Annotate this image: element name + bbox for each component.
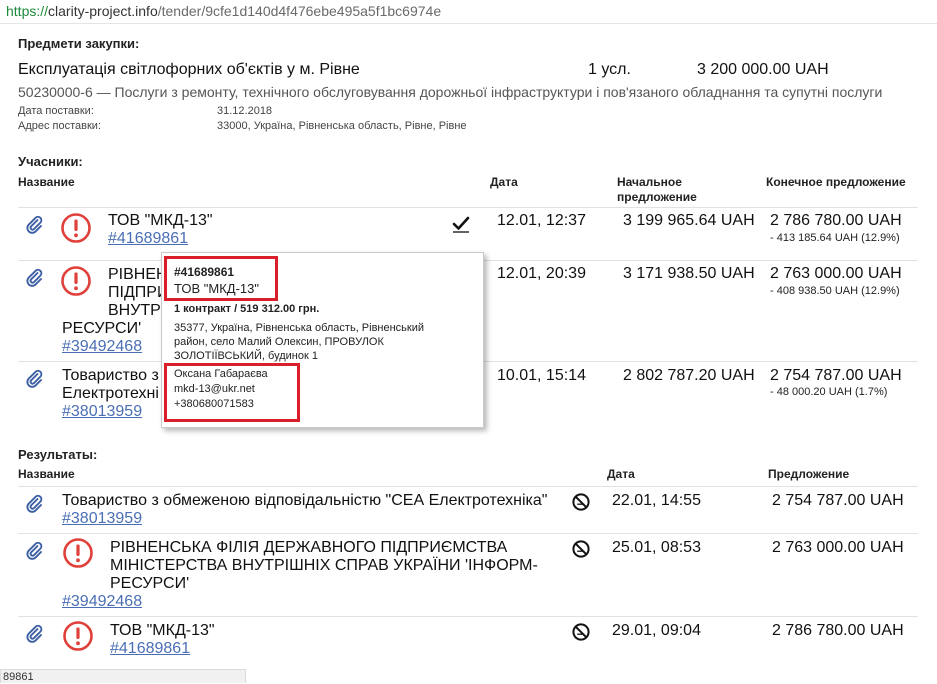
participant-diff: - 413 185.64 UAH (12.9%)	[770, 232, 900, 244]
participant-name-line: ВНУТР	[108, 302, 161, 319]
results-col-date: Дата	[607, 467, 635, 481]
warning-icon	[62, 620, 94, 652]
participant-name-line: Електротехні	[62, 385, 159, 402]
highlight-box	[164, 256, 278, 301]
warning-icon	[62, 537, 94, 569]
result-name-line: МІНІСТЕРСТВА ВНУТРІШНІХ СПРАВ УКРАЇНИ 'І…	[110, 557, 538, 574]
lot-amount: 3 200 000.00 UAH	[697, 61, 829, 78]
participant-code-link[interactable]: #38013959	[62, 403, 142, 421]
participant-name: ТОВ "МКД-13"	[108, 212, 213, 229]
result-date: 22.01, 14:55	[612, 492, 701, 509]
result-code-link[interactable]: #41689861	[110, 640, 190, 658]
participants-col-name: Название	[18, 175, 75, 189]
delivery-date-label: Дата поставки:	[18, 105, 94, 117]
participant-final: 2 754 787.00 UAH	[770, 367, 902, 384]
results-heading: Результаты:	[18, 447, 98, 462]
tooltip-contracts: 1 контракт / 519 312.00 грн.	[174, 303, 320, 315]
lot-title: Експлуатація світлофорних об'єктів у м. …	[18, 61, 360, 78]
participant-final: 2 763 000.00 UAH	[770, 265, 902, 282]
paperclip-icon[interactable]	[24, 214, 44, 234]
address-bar[interactable]: https://clarity-project.info/tender/9cfe…	[0, 0, 937, 24]
paperclip-icon[interactable]	[24, 493, 44, 513]
delivery-address-label: Адрес поставки:	[18, 120, 102, 132]
result-date: 25.01, 08:53	[612, 539, 701, 556]
paperclip-icon[interactable]	[24, 267, 44, 287]
divider	[18, 533, 918, 534]
result-code-link[interactable]: #38013959	[62, 510, 142, 528]
result-name-line: РЕСУРСИ'	[110, 575, 190, 592]
no-sign-icon	[571, 622, 591, 642]
participant-code-link[interactable]: #39492468	[62, 338, 142, 356]
participants-heading: Учасники:	[18, 154, 83, 169]
warning-icon	[60, 265, 92, 297]
result-name: ТОВ "МКД-13"	[110, 622, 215, 639]
checkmark-icon	[451, 214, 471, 234]
url-text[interactable]: https://clarity-project.info/tender/9cfe…	[6, 3, 441, 19]
url-host: clarity-project.info	[48, 3, 158, 19]
no-sign-icon	[571, 539, 591, 559]
tooltip-address-line: район, село Малий Олексин, ПРОВУЛОК	[174, 336, 384, 348]
divider	[18, 616, 918, 617]
paperclip-icon[interactable]	[24, 623, 44, 643]
results-col-offer: Предложение	[768, 467, 850, 481]
divider	[18, 207, 918, 208]
participant-initial: 3 199 965.64 UAH	[623, 212, 755, 229]
highlight-box	[164, 363, 300, 422]
participant-date: 12.01, 20:39	[497, 265, 586, 282]
result-offer: 2 754 787.00 UAH	[772, 492, 904, 509]
status-bar: 89861	[0, 669, 246, 683]
result-offer: 2 763 000.00 UAH	[772, 539, 904, 556]
participant-name-line: РІВНЕН	[108, 266, 168, 283]
results-col-name: Название	[18, 467, 75, 481]
delivery-address: 33000, Україна, Рівненська область, Рівн…	[217, 120, 467, 132]
result-code-link[interactable]: #39492468	[62, 593, 142, 611]
result-offer: 2 786 780.00 UAH	[772, 622, 904, 639]
participant-initial: 3 171 938.50 UAH	[623, 265, 755, 282]
paperclip-icon[interactable]	[24, 368, 44, 388]
lot-quantity: 1 усл.	[588, 61, 631, 78]
participant-date: 10.01, 15:14	[497, 367, 586, 384]
delivery-date: 31.12.2018	[217, 105, 273, 117]
result-date: 29.01, 09:04	[612, 622, 701, 639]
procurement-heading: Предмети закупки:	[18, 36, 140, 51]
participants-col-initial: Начальное предложение	[617, 175, 697, 204]
result-name: Товариство з обмеженою відповідальністю …	[62, 492, 548, 509]
lot-cpv: 50230000-6 — Послуги з ремонту, технічно…	[18, 84, 883, 100]
participant-name-line: ПІДПРИ	[108, 284, 169, 301]
result-name-line: РІВНЕНСЬКА ФІЛІЯ ДЕРЖАВНОГО ПІДПРИЄМСТВА	[110, 539, 508, 556]
participant-diff: - 48 000.20 UAH (1.7%)	[770, 386, 888, 398]
participant-final: 2 786 780.00 UAH	[770, 212, 902, 229]
participants-col-final: Конечное предложение	[766, 175, 906, 189]
warning-icon	[60, 212, 92, 244]
participants-col-date: Дата	[490, 175, 518, 189]
participant-date: 12.01, 12:37	[497, 212, 586, 229]
tooltip-address-line: 35377, Україна, Рівненська область, Рівн…	[174, 322, 425, 334]
divider	[18, 486, 918, 487]
participant-code-link[interactable]: #41689861	[108, 230, 188, 248]
participant-diff: - 408 938.50 UAH (12.9%)	[770, 285, 900, 297]
participant-name-line: РЕСУРСИ'	[62, 320, 142, 337]
url-scheme: https://	[6, 3, 49, 19]
paperclip-icon[interactable]	[24, 540, 44, 560]
url-path: /tender/9cfe1d140d4f476ebe495a5f1bc6974e	[157, 3, 442, 19]
participant-initial: 2 802 787.20 UAH	[623, 367, 755, 384]
no-sign-icon	[571, 492, 591, 512]
participant-name-line: Товариство з	[62, 367, 159, 384]
tooltip-address-line: ЗОЛОТІЇВСЬКИЙ, будинок 1	[174, 350, 318, 362]
